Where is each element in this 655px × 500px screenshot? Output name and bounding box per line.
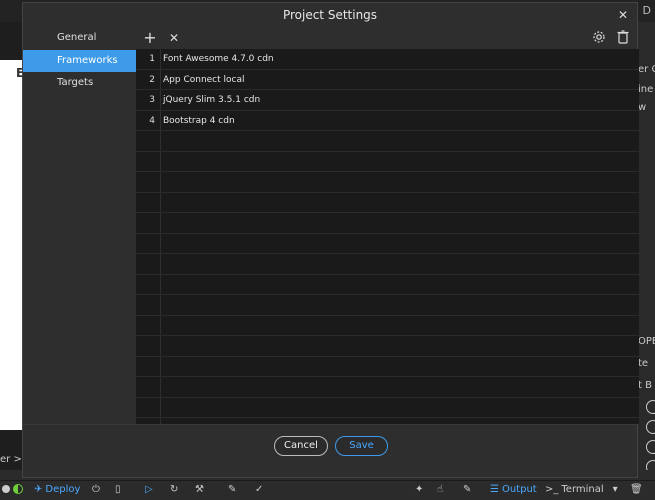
frameworks-toolbar: + ✕ xyxy=(136,27,639,49)
app-right-text: w xyxy=(638,102,647,113)
app-top-bar-text: D xyxy=(642,4,651,17)
check-circle-icon[interactable]: ✓ xyxy=(255,484,263,495)
framework-name: Font Awesome 4.7.0 cdn xyxy=(163,54,274,64)
framework-name: App Connect local xyxy=(163,74,245,85)
status-bar: ✈ Deploy ⏻ ▯ ▷ ↻ ⚒ ✎ ✓ ✦ ☝ ✎ ☰ Output >_… xyxy=(0,480,655,500)
framework-name: Bootstrap 4 cdn xyxy=(163,115,235,126)
chevron-down-icon: ▾ xyxy=(612,484,618,495)
empty-row xyxy=(136,234,639,254)
thumbs-up-icon[interactable]: ☝ xyxy=(437,484,443,495)
add-icon[interactable]: + xyxy=(142,30,158,46)
app-right-panel: er C ine w OPE te t B xyxy=(638,22,655,470)
table-row[interactable]: 4 Bootstrap 4 cdn xyxy=(136,111,639,131)
empty-row xyxy=(136,316,639,336)
remove-icon[interactable]: ✕ xyxy=(166,30,182,46)
empty-row xyxy=(136,398,639,418)
empty-row xyxy=(136,152,639,172)
frameworks-table: 1 Font Awesome 4.7.0 cdn 2 App Connect l… xyxy=(136,49,639,424)
sidebar-item-frameworks[interactable]: Frameworks xyxy=(23,49,136,72)
save-button[interactable]: Save xyxy=(335,436,388,456)
empty-row xyxy=(136,213,639,234)
half-circle-icon[interactable] xyxy=(13,484,23,494)
empty-row xyxy=(136,275,639,295)
empty-row xyxy=(136,295,639,316)
terminal-icon: >_ xyxy=(545,484,559,495)
dot-icon xyxy=(2,485,10,493)
radio-icon[interactable] xyxy=(646,460,655,470)
sidebar-item-general[interactable]: General xyxy=(23,27,136,49)
output-label: Output xyxy=(501,484,537,495)
app-right-text: t B xyxy=(638,380,652,391)
radio-icon[interactable] xyxy=(646,400,655,414)
row-number: 4 xyxy=(149,115,155,126)
sidebar-item-targets[interactable]: Targets xyxy=(23,72,136,94)
app-right-text: ine xyxy=(638,84,654,95)
table-row[interactable]: 2 App Connect local xyxy=(136,70,639,90)
dialog-titlebar: Project Settings ✕ xyxy=(23,3,637,27)
play-icon[interactable]: ▷ xyxy=(145,484,153,495)
output-button[interactable]: ☰ Output xyxy=(490,484,537,495)
dialog-footer: Cancel Save xyxy=(23,424,637,477)
row-number: 1 xyxy=(149,54,155,64)
close-icon[interactable]: ✕ xyxy=(615,3,631,27)
trash-icon[interactable]: 🗑 xyxy=(630,484,643,495)
cancel-button[interactable]: Cancel xyxy=(274,436,328,456)
deploy-label: Deploy xyxy=(45,484,81,495)
tools-icon[interactable]: ⚒ xyxy=(195,484,204,495)
rocket-icon: ✈ xyxy=(34,484,43,495)
paint-icon[interactable]: ✎ xyxy=(463,484,471,495)
sparkle-icon[interactable]: ✦ xyxy=(415,484,423,495)
trash-icon[interactable] xyxy=(615,30,631,46)
app-canvas xyxy=(0,60,22,430)
table-row[interactable]: 1 Font Awesome 4.7.0 cdn xyxy=(136,49,639,70)
terminal-label: Terminal xyxy=(561,484,604,495)
dialog-title: Project Settings xyxy=(282,8,378,22)
empty-row xyxy=(136,172,639,193)
app-left-bottom-text: er > xyxy=(0,454,22,465)
app-left-panel: E er > xyxy=(0,22,24,470)
deploy-button[interactable]: ✈ Deploy xyxy=(34,484,80,495)
refresh-icon[interactable]: ↻ xyxy=(170,484,178,495)
empty-row xyxy=(136,336,639,357)
empty-row xyxy=(136,131,639,152)
empty-row xyxy=(136,254,639,275)
brush-icon[interactable]: ✎ xyxy=(228,484,236,495)
row-number: 3 xyxy=(149,95,155,105)
app-right-text: er C xyxy=(638,64,655,75)
bookmark-icon[interactable]: ▯ xyxy=(115,484,121,495)
radio-icon[interactable] xyxy=(646,420,655,434)
app-right-text: OPE xyxy=(638,336,655,347)
empty-row xyxy=(136,193,639,213)
status-icons xyxy=(2,484,23,494)
radio-icon[interactable] xyxy=(646,440,655,454)
framework-name: jQuery Slim 3.5.1 cdn xyxy=(163,95,261,105)
row-number: 2 xyxy=(149,74,155,85)
list-icon: ☰ xyxy=(490,484,499,495)
empty-row xyxy=(136,357,639,377)
gear-icon[interactable] xyxy=(591,30,607,46)
settings-sidebar: General Frameworks Targets xyxy=(23,27,136,424)
table-row[interactable]: 3 jQuery Slim 3.5.1 cdn xyxy=(136,90,639,111)
empty-row xyxy=(136,377,639,398)
project-settings-dialog: Project Settings ✕ General Frameworks Ta… xyxy=(22,2,639,478)
terminal-button[interactable]: >_ Terminal ▾ xyxy=(545,484,618,495)
app-right-text: te xyxy=(638,358,649,369)
power-icon[interactable]: ⏻ xyxy=(92,484,100,495)
